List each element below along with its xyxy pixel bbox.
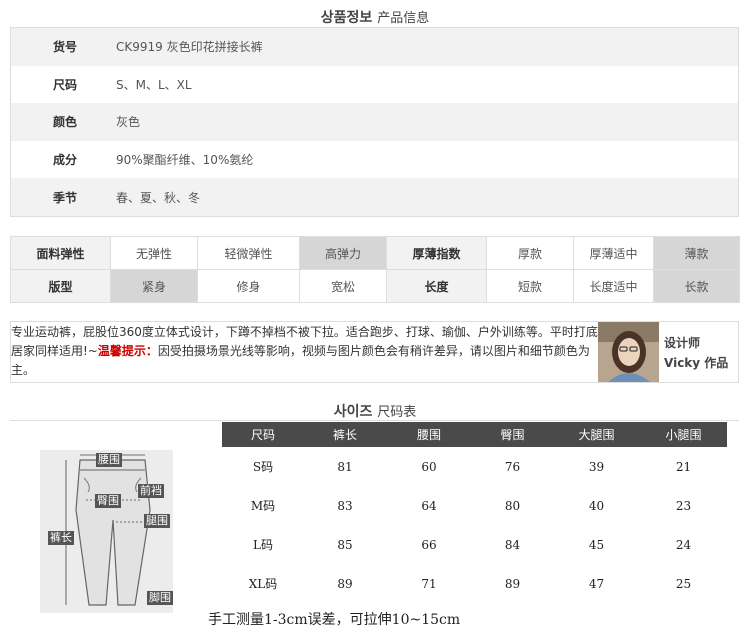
- size-cell: L码: [253, 538, 273, 552]
- warm-tip-label: 温馨提示：: [97, 344, 158, 358]
- attr-option-selected: 紧身: [110, 269, 198, 303]
- attr-option-selected: 长款: [653, 269, 740, 303]
- product-info-title-ko: 상품정보: [320, 10, 373, 26]
- label-waist: 腰围: [96, 453, 122, 467]
- attribute-row-fit: 版型 紧身 修身 宽松 长度 短款 长度适中 长款: [10, 269, 740, 303]
- designer-photo: [598, 322, 659, 382]
- attr-option: 长度适中: [573, 269, 654, 303]
- info-label: 季节: [53, 190, 78, 205]
- measurement-note: 手工测量1-3cm误差，可拉伸10~15cm: [208, 612, 461, 628]
- size-table-header: 尺码 裤长 腰围 臀围 大腿围 小腿围: [222, 422, 727, 447]
- size-cell: 47: [588, 576, 605, 591]
- attr-option: 无弹性: [110, 236, 198, 270]
- size-cell: 89: [504, 576, 521, 591]
- size-header: 大腿围: [553, 422, 640, 447]
- attr-option: 宽松: [299, 269, 387, 303]
- size-header: 小腿围: [640, 422, 727, 447]
- size-cell: 64: [421, 498, 437, 513]
- size-cell: 85: [337, 537, 353, 552]
- info-value: 春、夏、秋、冬: [116, 190, 201, 205]
- table-row: XL码 89 71 89 47 25: [222, 564, 727, 603]
- info-row-season: 季节 春、夏、秋、冬: [11, 178, 738, 216]
- size-cell: 80: [504, 498, 521, 513]
- product-info-title: 상품정보 产品信息: [0, 7, 750, 27]
- size-chart-title: 사이즈 尺码表: [0, 401, 750, 421]
- product-info-title-cn: 产品信息: [377, 11, 430, 26]
- designer-name: Vicky 作品: [664, 356, 729, 370]
- size-cell: 60: [421, 459, 437, 474]
- size-cell: 83: [337, 498, 353, 513]
- info-label: 货号: [53, 40, 78, 55]
- info-label: 颜色: [53, 115, 78, 130]
- size-header: 臀围: [472, 422, 553, 447]
- pants-diagram: 腰围 前裆 臀围 腿围 裤长 脚围: [40, 450, 173, 613]
- label-hip: 臀围: [95, 494, 121, 508]
- size-cell: 81: [337, 459, 353, 474]
- designer-title: 设计师: [664, 336, 701, 350]
- label-length: 裤长: [48, 531, 74, 545]
- designer-credit: 设计师 Vicky 作品: [664, 333, 728, 373]
- size-cell: 89: [337, 576, 353, 591]
- size-cell: 39: [588, 459, 605, 474]
- size-cell: 76: [504, 459, 521, 474]
- info-row-color: 颜色 灰色: [11, 103, 738, 141]
- size-cell: 25: [675, 576, 692, 591]
- attribute-row-elasticity: 面料弹性 无弹性 轻微弹性 高弹力 厚薄指数 厚款 厚薄适中 薄款: [10, 236, 740, 270]
- size-divider: [10, 420, 739, 421]
- attr-option: 厚薄适中: [573, 236, 654, 270]
- size-header: 尺码: [222, 422, 304, 447]
- size-header: 裤长: [304, 422, 386, 447]
- size-cell: 71: [421, 576, 437, 591]
- size-chart-title-cn: 尺码表: [377, 405, 417, 420]
- info-value: S、M、L、XL: [116, 77, 192, 92]
- info-row-item-no: 货号 CK9919 灰色印花拼接长裤: [11, 28, 738, 66]
- size-cell: M码: [250, 499, 276, 513]
- size-cell: 21: [675, 459, 692, 474]
- attr-option: 厚款: [486, 236, 574, 270]
- size-cell: 66: [421, 537, 437, 552]
- size-cell: 84: [504, 537, 521, 552]
- product-info-table: 货号 CK9919 灰色印花拼接长裤 尺码 S、M、L、XL 颜色 灰色 成分 …: [10, 27, 739, 217]
- size-header: 腰围: [386, 422, 472, 447]
- table-row: S码 81 60 76 39 21: [222, 447, 727, 486]
- size-cell: 40: [588, 498, 605, 513]
- info-value: CK9919 灰色印花拼接长裤: [116, 40, 263, 55]
- size-cell: 23: [675, 498, 692, 513]
- info-row-material: 成分 90%聚酯纤维、10%氨纶: [11, 141, 738, 179]
- attr-header-elasticity: 面料弹性: [10, 236, 111, 270]
- label-front-rise: 前裆: [138, 484, 164, 498]
- table-row: L码 85 66 84 45 24: [222, 525, 727, 564]
- attribute-table: 面料弹性 无弹性 轻微弹性 高弹力 厚薄指数 厚款 厚薄适中 薄款 版型 紧身 …: [10, 236, 740, 303]
- label-thigh: 腿围: [144, 514, 170, 528]
- attr-header-length: 长度: [386, 269, 487, 303]
- size-cell: XL码: [248, 577, 278, 591]
- attr-option: 短款: [486, 269, 574, 303]
- info-label: 成分: [53, 153, 78, 168]
- label-hem: 脚围: [147, 591, 173, 605]
- info-row-size: 尺码 S、M、L、XL: [11, 66, 738, 104]
- product-description: 专业运动裤，屁股位360度立体式设计，下蹲不掉档不被下拉。适合跑步、打球、瑜伽、…: [10, 321, 739, 383]
- attr-header-thickness: 厚薄指数: [386, 236, 487, 270]
- size-chart-title-ko: 사이즈: [333, 404, 373, 420]
- attr-option: 轻微弹性: [197, 236, 300, 270]
- attr-option: 修身: [197, 269, 300, 303]
- size-table: 尺码 裤长 腰围 臀围 大腿围 小腿围 S码 81 60 76 39 21 M码…: [222, 422, 727, 603]
- attr-option-selected: 高弹力: [299, 236, 387, 270]
- description-text: 专业运动裤，屁股位360度立体式设计，下蹲不掉档不被下拉。适合跑步、打球、瑜伽、…: [11, 323, 599, 380]
- table-row: M码 83 64 80 40 23: [222, 486, 727, 525]
- size-cell: 24: [675, 537, 692, 552]
- info-value: 90%聚酯纤维、10%氨纶: [116, 153, 254, 168]
- info-label: 尺码: [53, 77, 78, 92]
- info-value: 灰色: [116, 115, 141, 130]
- size-cell: 45: [588, 537, 605, 552]
- size-cell: S码: [252, 460, 274, 474]
- attr-option-selected: 薄款: [653, 236, 740, 270]
- attr-header-fit: 版型: [10, 269, 111, 303]
